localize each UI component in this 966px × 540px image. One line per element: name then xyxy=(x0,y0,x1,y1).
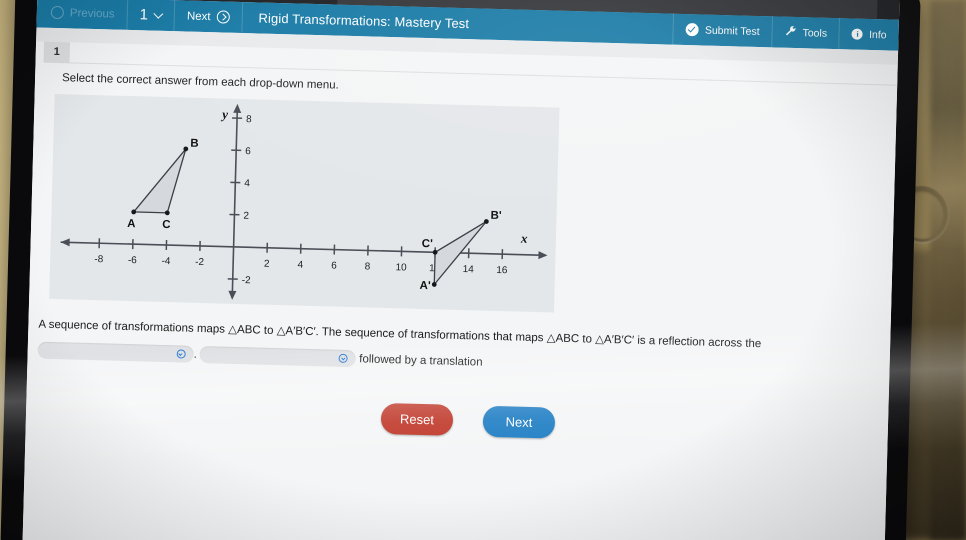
y-axis xyxy=(231,106,239,297)
y-axis-label: y xyxy=(220,106,228,121)
tablet-screen: Previous 1 Next Rigid Transformations: M… xyxy=(22,0,900,540)
tools-button[interactable]: Tools xyxy=(771,16,840,50)
sentence-part-2: followed by a translation xyxy=(359,353,483,369)
label-c: C xyxy=(162,219,171,231)
wrench-icon xyxy=(784,25,796,40)
y-axis-arrow-top xyxy=(233,103,242,114)
question-number-value: 1 xyxy=(139,6,149,24)
svg-text:-2: -2 xyxy=(195,257,205,268)
x-axis-arrow-left xyxy=(60,238,70,247)
question-number-badge: 1 xyxy=(43,41,71,64)
svg-text:-8: -8 xyxy=(94,254,104,265)
svg-text:4: 4 xyxy=(297,260,303,271)
y-axis-arrow-bottom xyxy=(228,290,237,300)
label-b-prime: B' xyxy=(490,210,502,222)
sentence-end: . xyxy=(193,348,198,361)
svg-text:-4: -4 xyxy=(161,256,171,267)
check-circle-icon xyxy=(685,23,700,37)
svg-text:16: 16 xyxy=(496,265,508,276)
answer-sentence: A sequence of transformations maps △ABC … xyxy=(37,312,880,387)
chevron-down-icon xyxy=(338,354,349,364)
next-nav-label: Next xyxy=(186,10,211,23)
svg-text:-2: -2 xyxy=(242,275,252,286)
chevron-down-icon xyxy=(176,349,186,360)
svg-text:6: 6 xyxy=(331,261,337,272)
submit-test-label: Submit Test xyxy=(704,24,760,38)
dropdown-translation[interactable] xyxy=(199,346,357,368)
svg-text:-6: -6 xyxy=(128,255,138,266)
submit-test-button[interactable]: Submit Test xyxy=(672,13,772,48)
label-a: A xyxy=(127,218,136,230)
x-axis-arrow-right xyxy=(538,251,548,260)
x-axis-label: x xyxy=(520,231,528,246)
label-c-prime: C' xyxy=(422,238,434,250)
next-nav-button[interactable]: Next xyxy=(174,0,243,34)
coordinate-graph: -8 -6 -4 -2 2 4 6 8 10 12 14 xyxy=(49,93,560,313)
next-arrow-icon xyxy=(216,10,230,24)
next-button[interactable]: Next xyxy=(482,405,556,439)
photo-scene: Previous 1 Next Rigid Transformations: M… xyxy=(0,0,966,540)
info-label: Info xyxy=(868,28,887,41)
svg-text:4: 4 xyxy=(244,178,250,189)
page-body: 1 Select the correct answer from each dr… xyxy=(22,27,899,540)
tablet-device: Previous 1 Next Rigid Transformations: M… xyxy=(0,0,921,540)
previous-arrow-icon xyxy=(50,5,65,20)
graph-svg: -8 -6 -4 -2 2 4 6 8 10 12 14 xyxy=(60,103,548,300)
question-card: 1 Select the correct answer from each dr… xyxy=(22,41,898,540)
button-row: Reset Next xyxy=(380,402,556,439)
tools-label: Tools xyxy=(802,26,828,40)
svg-text:8: 8 xyxy=(246,114,252,125)
reset-button[interactable]: Reset xyxy=(380,402,454,436)
triangle-abc xyxy=(132,148,187,214)
svg-text:6: 6 xyxy=(245,146,251,157)
previous-button[interactable]: Previous xyxy=(36,0,129,30)
previous-label: Previous xyxy=(69,6,115,21)
svg-text:10: 10 xyxy=(395,262,407,273)
instruction-text: Select the correct answer from each drop… xyxy=(61,72,339,92)
info-icon: i xyxy=(851,28,864,40)
chevron-down-icon xyxy=(153,8,164,19)
label-a-prime: A' xyxy=(419,280,431,292)
label-b: B xyxy=(190,138,199,150)
dropdown-reflection-line[interactable] xyxy=(37,342,194,364)
svg-text:2: 2 xyxy=(264,259,270,270)
info-button[interactable]: i Info xyxy=(838,18,899,51)
svg-text:14: 14 xyxy=(463,264,475,275)
svg-text:8: 8 xyxy=(365,261,371,272)
question-selector[interactable]: 1 xyxy=(127,0,176,32)
svg-text:2: 2 xyxy=(243,211,249,222)
